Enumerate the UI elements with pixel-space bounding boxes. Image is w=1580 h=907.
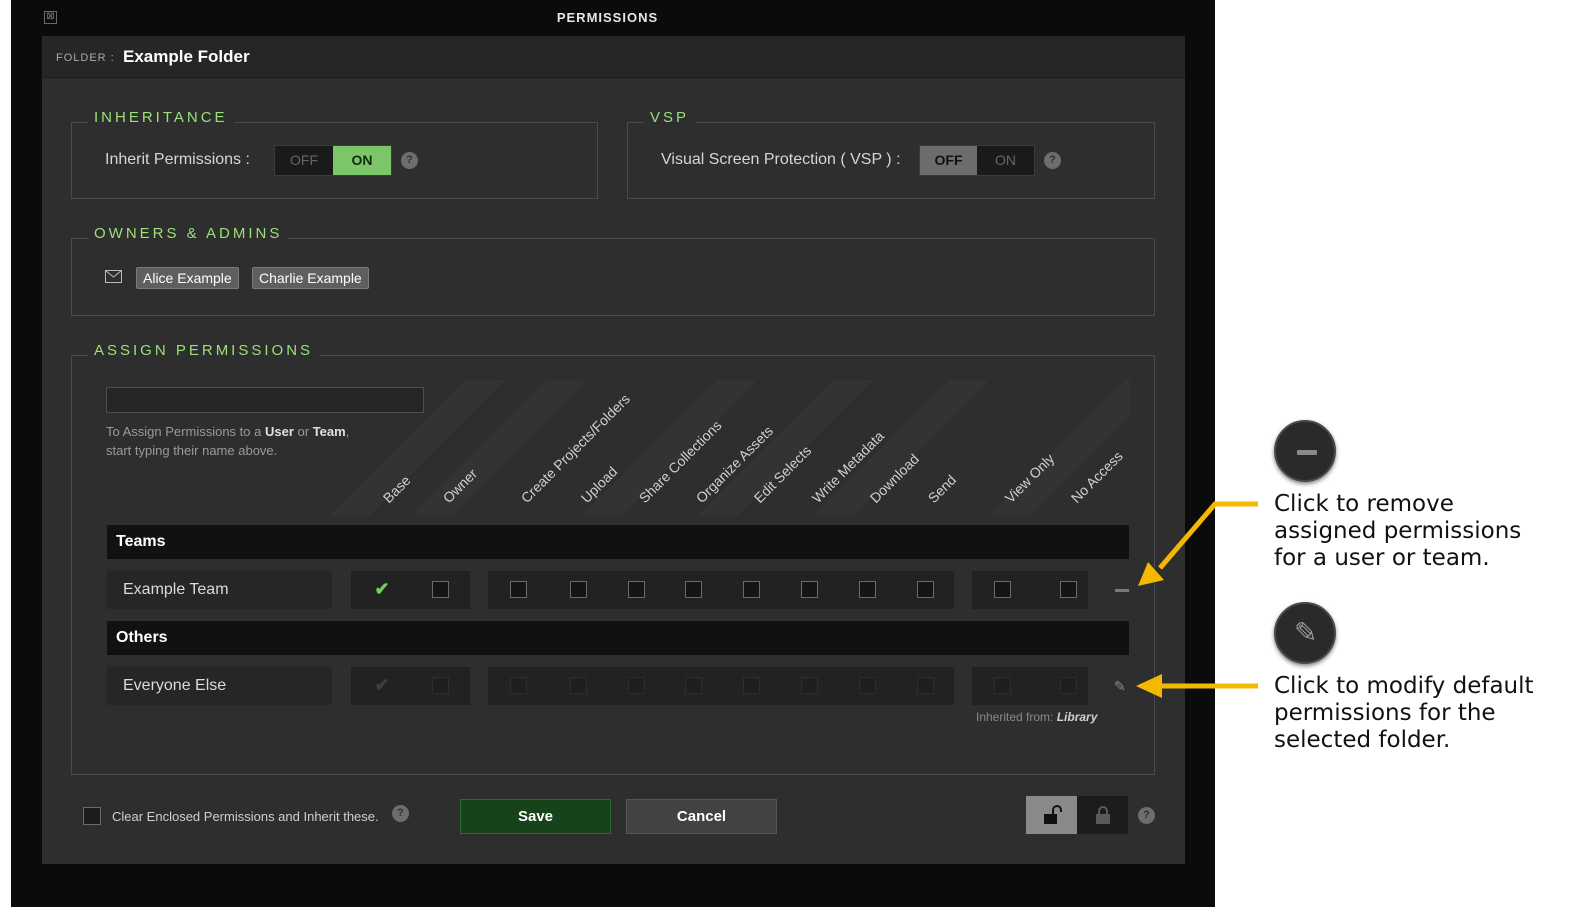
callout-arrows <box>1136 501 1258 698</box>
permission-checkbox[interactable] <box>859 581 876 598</box>
clear-enclosed-checkbox[interactable] <box>83 807 101 825</box>
inherit-permissions-label: Inherit Permissions : <box>105 151 250 168</box>
vsp-label: Visual Screen Protection ( VSP ) : <box>661 151 901 168</box>
permission-checkbox[interactable] <box>801 581 818 598</box>
lock-toggle[interactable] <box>1026 796 1128 834</box>
unlock-icon[interactable] <box>1026 796 1077 834</box>
folder-label: FOLDER : <box>56 52 115 64</box>
checkmark-icon[interactable]: ✔ <box>372 676 392 694</box>
owner-chip[interactable]: Alice Example <box>136 267 239 289</box>
permission-checkbox[interactable] <box>432 581 449 598</box>
mail-icon[interactable] <box>105 270 122 288</box>
base-owner-cells <box>351 667 470 705</box>
permission-checkbox[interactable] <box>685 677 702 694</box>
permission-checkbox[interactable] <box>801 677 818 694</box>
permission-checkbox[interactable] <box>743 581 760 598</box>
permission-checkbox[interactable] <box>432 677 449 694</box>
base-owner-cells <box>351 571 470 609</box>
inheritance-legend: INHERITANCE <box>88 109 234 126</box>
vsp-off-option[interactable]: OFF <box>920 146 977 175</box>
folder-name: Example Folder <box>123 47 250 66</box>
permission-checkbox[interactable] <box>570 677 587 694</box>
permission-checkbox[interactable] <box>510 581 527 598</box>
owner-chip[interactable]: Charlie Example <box>252 267 369 289</box>
permission-checkbox[interactable] <box>628 581 645 598</box>
permission-checkbox[interactable] <box>917 581 934 598</box>
permission-checkbox[interactable] <box>685 581 702 598</box>
lock-icon[interactable] <box>1077 796 1128 834</box>
help-icon[interactable]: ? <box>1138 807 1155 824</box>
help-icon[interactable]: ? <box>1044 152 1061 169</box>
owners-legend: OWNERS & ADMINS <box>88 225 289 242</box>
permission-checkbox[interactable] <box>743 677 760 694</box>
vsp-toggle[interactable]: OFF ON <box>919 145 1035 176</box>
row-name: Example Team <box>107 571 332 609</box>
permission-checkbox[interactable] <box>917 677 934 694</box>
vsp-legend: VSP <box>644 109 696 126</box>
inherit-toggle[interactable]: OFF ON <box>274 145 392 176</box>
help-icon[interactable]: ? <box>392 805 409 822</box>
window-title: PERMISSIONS <box>556 10 659 25</box>
clear-enclosed-label: Clear Enclosed Permissions and Inherit t… <box>112 809 379 824</box>
inherit-on-option[interactable]: ON <box>333 146 391 175</box>
help-icon[interactable]: ? <box>401 152 418 169</box>
permission-checkbox[interactable] <box>859 677 876 694</box>
inherit-off-option[interactable]: OFF <box>275 146 333 175</box>
minus-icon <box>1274 420 1336 482</box>
remove-callout-text: Click to remove assigned permissions for a… <box>1274 491 1522 571</box>
vsp-on-option[interactable]: ON <box>977 146 1034 175</box>
permission-checkbox[interactable] <box>1060 677 1077 694</box>
permission-checkbox[interactable] <box>510 677 527 694</box>
assign-legend: ASSIGN PERMISSIONS <box>88 342 320 359</box>
save-button[interactable]: Save <box>460 799 611 834</box>
group-header-others: Others <box>107 621 1129 655</box>
inherited-from-note: Inherited from: Library <box>976 710 1098 724</box>
permission-cells <box>488 571 954 609</box>
permission-checkbox[interactable] <box>628 677 645 694</box>
row-name: Everyone Else <box>107 667 332 705</box>
group-header-teams: Teams <box>107 525 1129 559</box>
permission-checkbox[interactable] <box>994 677 1011 694</box>
checkmark-icon[interactable]: ✔ <box>372 580 392 598</box>
permission-cells <box>488 667 954 705</box>
permission-checkbox[interactable] <box>994 581 1011 598</box>
permission-checkbox[interactable] <box>570 581 587 598</box>
cancel-button[interactable]: Cancel <box>626 799 777 834</box>
permission-checkbox[interactable] <box>1060 581 1077 598</box>
pencil-icon: ✎ <box>1274 602 1336 664</box>
edit-callout-text: Click to modify default permissions for t… <box>1274 673 1534 753</box>
